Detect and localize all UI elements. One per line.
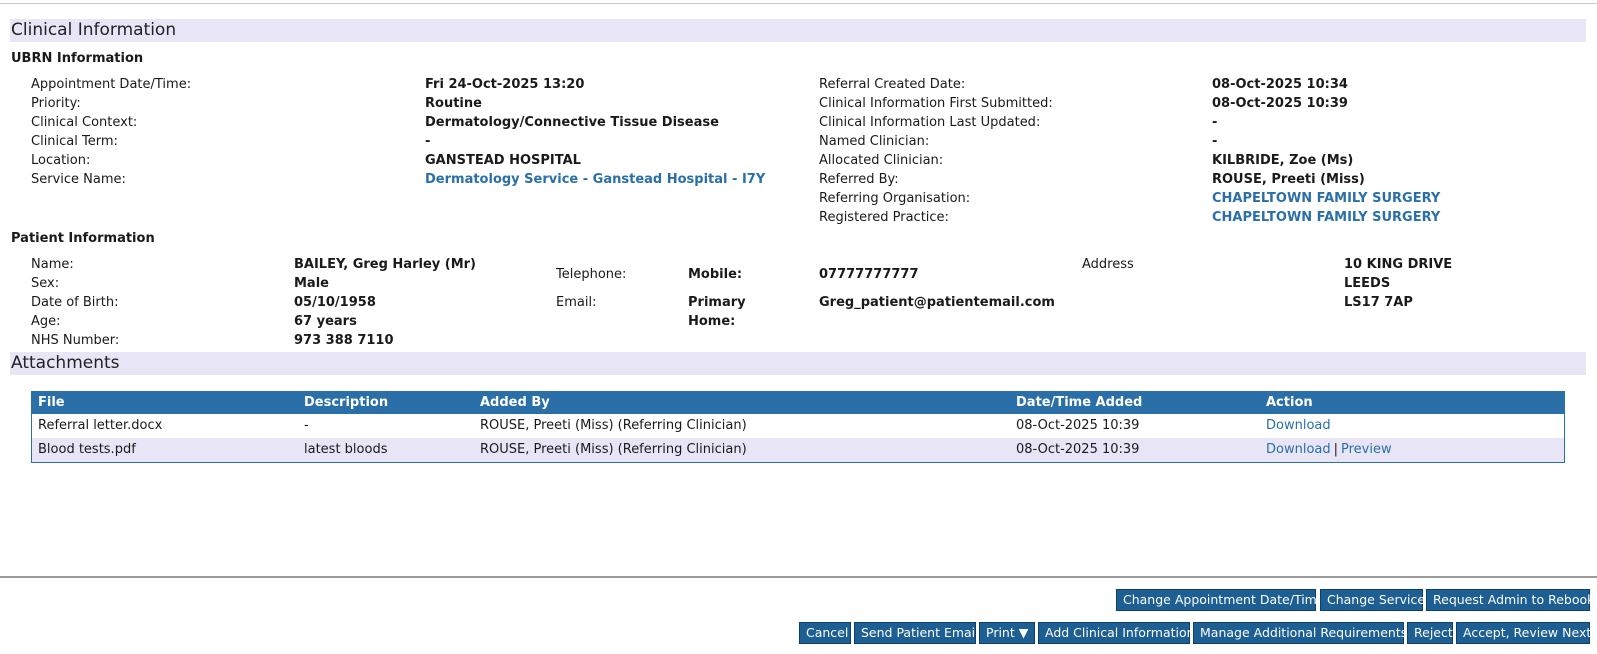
column-header-date-added: Date/Time Added	[1016, 395, 1143, 410]
address-label: Address	[1082, 257, 1134, 272]
named-clinician-value: -	[1212, 134, 1218, 149]
table-row: Referral letter.docx - ROUSE, Preeti (Mi…	[32, 414, 1564, 438]
priority-label: Priority:	[31, 96, 81, 111]
referring-organisation-link[interactable]: CHAPELTOWN FAMILY SURGERY	[1212, 191, 1440, 206]
download-link[interactable]: Download	[1266, 442, 1331, 457]
primary-email-value: Greg_patient@patientemail.com	[819, 295, 1055, 310]
clinical-term-value: -	[425, 134, 431, 149]
service-name-link[interactable]: Dermatology Service - Ganstead Hospital …	[425, 172, 765, 187]
email-label: Email:	[556, 295, 597, 310]
change-appointment-button[interactable]: Change Appointment Date/Time	[1116, 589, 1325, 611]
telephone-label: Telephone:	[556, 267, 627, 282]
reject-button[interactable]: Reject	[1407, 622, 1453, 644]
referred-by-label: Referred By:	[819, 172, 899, 187]
referral-created-date-label: Referral Created Date:	[819, 77, 966, 92]
attachment-description: latest bloods	[304, 442, 388, 457]
referring-organisation-label: Referring Organisation:	[819, 191, 971, 206]
location-value: GANSTEAD HOSPITAL	[425, 153, 581, 168]
patient-dob-label: Date of Birth:	[31, 295, 119, 310]
registered-practice-label: Registered Practice:	[819, 210, 949, 225]
ubrn-information-heading: UBRN Information	[11, 51, 144, 66]
attachments-header: Attachments	[10, 352, 1586, 375]
patient-information-heading: Patient Information	[11, 231, 155, 246]
location-label: Location:	[31, 153, 91, 168]
first-submitted-label: Clinical Information First Submitted:	[819, 96, 1053, 111]
address-line-2: LEEDS	[1344, 276, 1391, 291]
table-header-row: File Description Added By Date/Time Adde…	[32, 392, 1564, 414]
print-dropdown-button[interactable]: Print ▼	[979, 622, 1035, 644]
add-clinical-information-button[interactable]: Add Clinical Information	[1038, 622, 1195, 644]
appointment-datetime-label: Appointment Date/Time:	[31, 77, 192, 92]
patient-name-label: Name:	[31, 257, 74, 272]
preview-link[interactable]: Preview	[1341, 442, 1392, 457]
column-header-added-by: Added By	[480, 395, 550, 410]
referred-by-value: ROUSE, Preeti (Miss)	[1212, 172, 1365, 187]
cancel-button[interactable]: Cancel	[799, 622, 851, 644]
attachment-description: -	[304, 418, 309, 433]
change-service-button[interactable]: Change Service	[1320, 589, 1425, 611]
manage-additional-requirements-button[interactable]: Manage Additional Requirements	[1193, 622, 1407, 644]
home-email-label: Home:	[688, 314, 736, 329]
mobile-label: Mobile:	[688, 267, 743, 282]
column-header-file: File	[38, 395, 65, 410]
download-link[interactable]: Download	[1266, 418, 1331, 433]
patient-age-value: 67 years	[294, 314, 357, 329]
attachment-file-name: Blood tests.pdf	[38, 442, 136, 457]
patient-sex-label: Sex:	[31, 276, 60, 291]
first-submitted-value: 08-Oct-2025 10:39	[1212, 96, 1348, 111]
patient-nhs-number-label: NHS Number:	[31, 333, 120, 348]
footer-divider	[0, 576, 1597, 578]
mobile-value: 07777777777	[819, 267, 919, 282]
allocated-clinician-value: KILBRIDE, Zoe (Ms)	[1212, 153, 1354, 168]
attachment-date-added: 08-Oct-2025 10:39	[1016, 418, 1140, 433]
patient-sex-value: Male	[294, 276, 329, 291]
table-row: Blood tests.pdf latest bloods ROUSE, Pre…	[32, 438, 1564, 462]
appointment-datetime-value: Fri 24-Oct-2025 13:20	[425, 77, 585, 92]
attachment-action: Download | Preview	[1266, 438, 1392, 462]
attachment-file-name: Referral letter.docx	[38, 418, 163, 433]
attachment-date-added: 08-Oct-2025 10:39	[1016, 442, 1140, 457]
column-header-description: Description	[304, 395, 389, 410]
registered-practice-link[interactable]: CHAPELTOWN FAMILY SURGERY	[1212, 210, 1440, 225]
accept-review-next-button[interactable]: Accept, Review Next	[1456, 622, 1591, 644]
last-updated-value: -	[1212, 115, 1218, 130]
patient-name-value: BAILEY, Greg Harley (Mr)	[294, 257, 476, 272]
patient-age-label: Age:	[31, 314, 61, 329]
patient-dob-value: 05/10/1958	[294, 295, 376, 310]
referral-created-date-value: 08-Oct-2025 10:34	[1212, 77, 1348, 92]
attachment-action: Download	[1266, 414, 1331, 438]
clinical-term-label: Clinical Term:	[31, 134, 118, 149]
primary-email-label: Primary	[688, 295, 746, 310]
clinical-context-label: Clinical Context:	[31, 115, 138, 130]
address-line-1: 10 KING DRIVE	[1344, 257, 1453, 272]
attachment-added-by: ROUSE, Preeti (Miss) (Referring Clinicia…	[480, 418, 747, 433]
clinical-information-header: Clinical Information	[10, 19, 1586, 42]
named-clinician-label: Named Clinician:	[819, 134, 930, 149]
attachment-added-by: ROUSE, Preeti (Miss) (Referring Clinicia…	[480, 442, 747, 457]
clinical-context-value: Dermatology/Connective Tissue Disease	[425, 115, 719, 130]
action-separator: |	[1333, 442, 1339, 457]
patient-nhs-number-value: 973 388 7110	[294, 333, 394, 348]
last-updated-label: Clinical Information Last Updated:	[819, 115, 1041, 130]
priority-value: Routine	[425, 96, 482, 111]
address-line-3: LS17 7AP	[1344, 295, 1413, 310]
service-name-label: Service Name:	[31, 172, 126, 187]
attachments-table: File Description Added By Date/Time Adde…	[31, 391, 1565, 463]
request-admin-rebook-button[interactable]: Request Admin to Rebook	[1426, 589, 1594, 611]
column-header-action: Action	[1266, 395, 1313, 410]
allocated-clinician-label: Allocated Clinician:	[819, 153, 944, 168]
send-patient-email-button[interactable]: Send Patient Email	[854, 622, 979, 644]
top-divider	[0, 3, 1597, 4]
